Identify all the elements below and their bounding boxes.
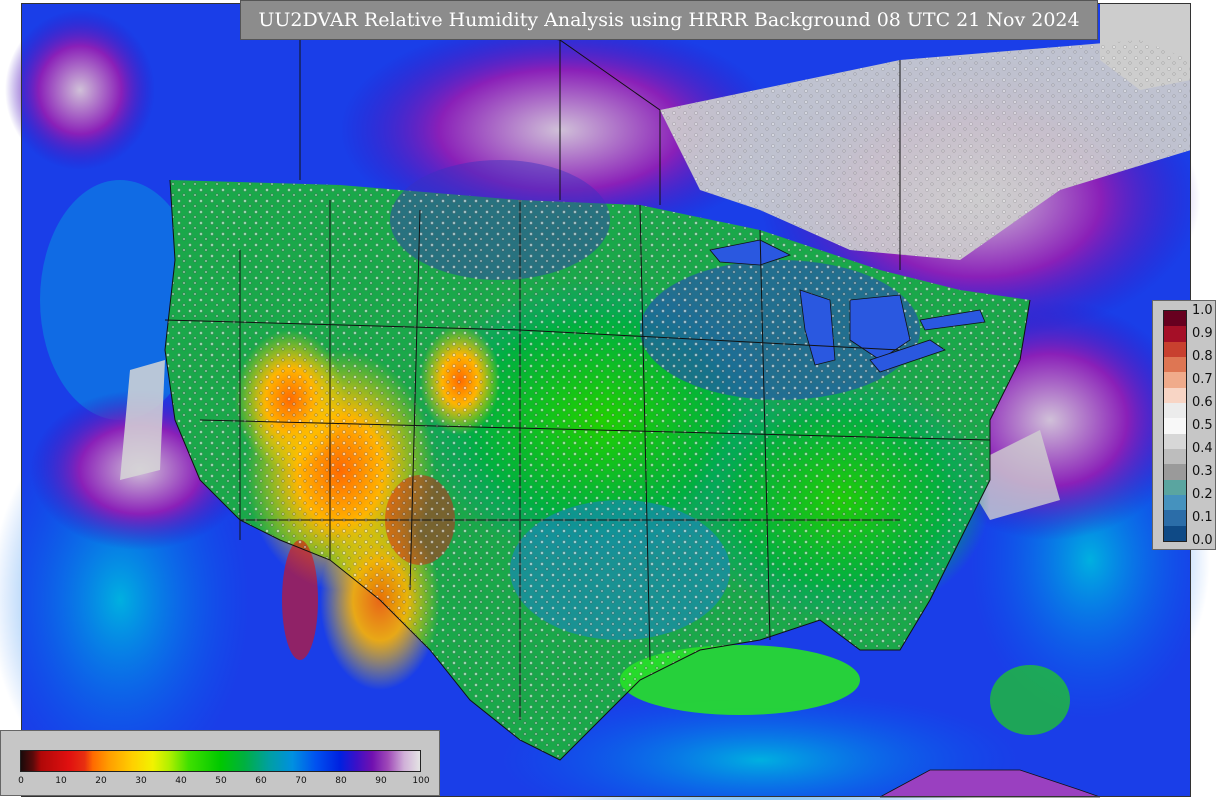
colorbar-bottom-tick: 70 (295, 776, 307, 786)
colorbar-bottom-tick: 100 (412, 776, 430, 786)
colorbar-right-swatch (1164, 311, 1186, 327)
colorbar-right-swatch (1164, 372, 1186, 388)
colorbar-right-swatch (1164, 402, 1186, 419)
colorbar-right-tick: 0.3 (1192, 464, 1213, 479)
colorbar-bottom-tick: 80 (335, 776, 347, 786)
colorbar-right-swatch (1164, 356, 1186, 373)
colorbar-bottom-tick: 0 (18, 776, 24, 786)
colorbar-bottom-gradient (20, 750, 421, 772)
colorbar-right-tick: 0.0 (1192, 533, 1213, 548)
colorbar-bottom-tick: 10 (55, 776, 67, 786)
colorbar-bottom-tick: 90 (375, 776, 387, 786)
colorbar-right-swatch (1164, 326, 1186, 342)
colorbar-right-swatch (1164, 433, 1186, 449)
colorbar-right-tick: 0.8 (1192, 349, 1213, 364)
colorbar-right-swatches (1163, 310, 1187, 542)
colorbar-right-swatch (1164, 387, 1186, 403)
colorbar-right-swatch (1164, 464, 1186, 480)
colorbar-right-tick: 0.9 (1192, 326, 1213, 341)
colorbar-right-swatch (1164, 341, 1186, 357)
colorbar-right-swatch (1164, 510, 1186, 526)
colorbar-right-tick: 1.0 (1192, 303, 1213, 318)
colorbar-right-tick: 0.2 (1192, 487, 1213, 502)
map-title: UU2DVAR Relative Humidity Analysis using… (240, 0, 1098, 40)
colorbar-right-tick: 0.4 (1192, 441, 1213, 456)
colorbar-bottom-tick: 60 (255, 776, 267, 786)
colorbar-right: 1.0 0.9 0.8 0.7 0.6 0.5 0.4 0.3 0.2 0.1 0.0 (1152, 300, 1216, 550)
colorbar-right-swatch (1164, 418, 1186, 434)
colorbar-right-tick: 0.7 (1192, 372, 1213, 387)
relative-humidity-map (0, 2, 1210, 800)
colorbar-bottom-tick: 30 (135, 776, 147, 786)
colorbar-right-tick: 0.1 (1192, 510, 1213, 525)
colorbar-right-swatch (1164, 525, 1186, 541)
colorbar-right-tick: 0.5 (1192, 418, 1213, 433)
colorbar-bottom-tick: 40 (175, 776, 187, 786)
colorbar-bottom: 0 10 20 30 40 50 60 70 80 90 100 (0, 730, 440, 796)
colorbar-right-swatch (1164, 448, 1186, 465)
colorbar-bottom-tick: 50 (215, 776, 227, 786)
colorbar-right-swatch (1164, 494, 1186, 511)
colorbar-bottom-tick: 20 (95, 776, 107, 786)
colorbar-right-tick: 0.6 (1192, 395, 1213, 410)
colorbar-right-swatch (1164, 479, 1186, 495)
